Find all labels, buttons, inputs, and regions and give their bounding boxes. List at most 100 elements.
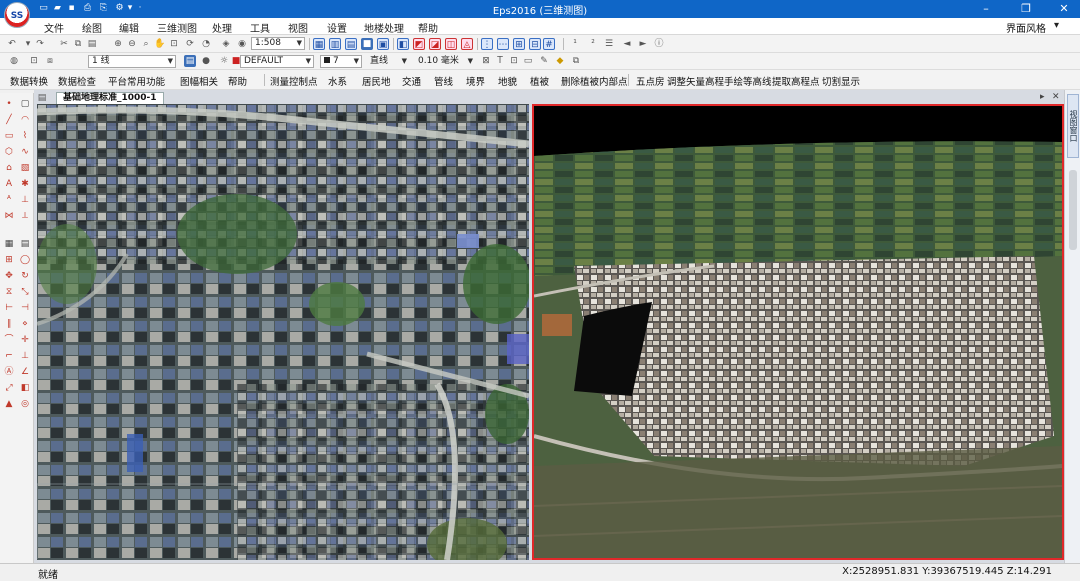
menu-file[interactable]: 文件 bbox=[44, 20, 64, 35]
menu-tools[interactable]: 工具 bbox=[250, 20, 270, 35]
list-view-icon[interactable]: ▤ bbox=[345, 38, 357, 50]
cmd-landform[interactable]: 地貌 bbox=[498, 74, 517, 88]
layer-manager-icon[interactable]: ◍ bbox=[8, 55, 20, 67]
snap-123-icon[interactable]: # bbox=[543, 38, 555, 50]
menu-edit[interactable]: 编辑 bbox=[119, 20, 139, 35]
perpendicular-tool-icon[interactable]: ⊥ bbox=[20, 351, 30, 361]
page-1-icon[interactable]: ¹ bbox=[569, 38, 581, 50]
mirror-tool-icon[interactable]: ⧖ bbox=[4, 287, 14, 297]
paste-icon[interactable]: ▤ bbox=[86, 38, 98, 50]
ui-style-dropdown-icon[interactable]: ▾ bbox=[1054, 20, 1059, 31]
annotation-tool-icon[interactable]: ᴬ bbox=[4, 195, 14, 205]
menu-process[interactable]: 处理 bbox=[212, 20, 232, 35]
3d-edit-icon[interactable]: ◫ bbox=[445, 38, 457, 50]
cross-tool-icon[interactable]: ✛ bbox=[20, 335, 30, 345]
close-button[interactable]: ✕ bbox=[1050, 0, 1078, 18]
scale-tool-icon[interactable]: ⤡ bbox=[20, 287, 30, 297]
3d-measure-icon[interactable]: ◩ bbox=[413, 38, 425, 50]
tab-close-icon[interactable]: ✕ bbox=[1052, 92, 1060, 102]
lightbulb-icon[interactable]: ☼ bbox=[218, 55, 230, 67]
edge-tool-icon[interactable]: ⟂ bbox=[20, 211, 30, 221]
extend-tool-icon[interactable]: ⊢ bbox=[4, 303, 14, 313]
info-icon[interactable]: ⓘ bbox=[653, 38, 665, 50]
zoom-in-icon[interactable]: ⊕ bbox=[112, 38, 124, 50]
zoom-extents-icon[interactable]: ⊡ bbox=[168, 38, 180, 50]
vertical-scrollbar[interactable] bbox=[1069, 170, 1077, 250]
measure-tool-icon[interactable]: ⤢ bbox=[4, 383, 14, 393]
tool-split-icon[interactable]: ⧉ bbox=[570, 55, 582, 67]
fill-tool-icon[interactable]: ▧ bbox=[20, 163, 30, 173]
cmd-adjust-vector-elevation[interactable]: 调整矢量高程 bbox=[667, 74, 724, 88]
cmd-platform-functions[interactable]: 平台常用功能 bbox=[108, 74, 165, 88]
offset-tool-icon[interactable]: ∥ bbox=[4, 319, 14, 329]
tool-text-icon[interactable]: Ｔ bbox=[494, 55, 506, 67]
document-menu-icon[interactable]: ▤ bbox=[36, 92, 48, 104]
menu-view[interactable]: 视图 bbox=[288, 20, 308, 35]
minimize-button[interactable]: – bbox=[972, 0, 1000, 18]
properties-icon[interactable]: ☰ bbox=[603, 38, 615, 50]
join-tool-icon[interactable]: ⋄ bbox=[20, 319, 30, 329]
ui-style-menu[interactable]: 界面风格 bbox=[1006, 20, 1046, 35]
orthophoto-view[interactable] bbox=[37, 104, 529, 560]
cmd-residential[interactable]: 居民地 bbox=[362, 74, 391, 88]
scale-combobox[interactable]: 1:508 ▼ bbox=[251, 37, 305, 50]
forward-icon[interactable]: ► bbox=[637, 38, 649, 50]
text-tool-icon[interactable]: A bbox=[4, 179, 14, 189]
3d-model-view[interactable] bbox=[532, 104, 1064, 560]
undo-dropdown-icon[interactable]: ▾ bbox=[22, 38, 34, 50]
tile-view-icon[interactable]: ▥ bbox=[329, 38, 341, 50]
tool-rectangle-icon[interactable]: ▭ bbox=[522, 55, 534, 67]
menu-building-process[interactable]: 地楼处理 bbox=[364, 20, 404, 35]
layer-properties-icon[interactable]: ▤ bbox=[184, 55, 196, 67]
cmd-extract-elevation[interactable]: 提取高程点 bbox=[772, 74, 820, 88]
cmd-cut-display[interactable]: 切割显示 bbox=[822, 74, 860, 88]
restore-button[interactable]: ❐ bbox=[1012, 0, 1040, 18]
redo-icon[interactable]: ↷ bbox=[34, 38, 46, 50]
cmd-data-check[interactable]: 数据检查 bbox=[58, 74, 96, 88]
cmd-five-point-house[interactable]: 五点房 bbox=[636, 74, 665, 88]
menu-3d-mapping[interactable]: 三维测图 bbox=[157, 20, 197, 35]
tool-select-icon[interactable]: ⊠ bbox=[480, 55, 492, 67]
polyline-tool-icon[interactable]: ⌇ bbox=[20, 131, 30, 141]
snap-object-icon[interactable]: ⊟ bbox=[529, 38, 541, 50]
layer-combobox[interactable]: DEFAULT ▼ bbox=[240, 55, 314, 68]
target-tool-icon[interactable]: ◎ bbox=[20, 399, 30, 409]
cmd-pipeline[interactable]: 管线 bbox=[434, 74, 453, 88]
elevation-tool-icon[interactable]: ▲ bbox=[4, 399, 14, 409]
3d-model-view-icon[interactable]: ◧ bbox=[397, 38, 409, 50]
cmd-vegetation[interactable]: 植被 bbox=[530, 74, 549, 88]
zoom-previous-icon[interactable]: ◔ bbox=[200, 38, 212, 50]
zoom-window-icon[interactable]: ⌕ bbox=[140, 38, 152, 50]
polygon-tool-icon[interactable]: ⬡ bbox=[4, 147, 14, 157]
fillet-tool-icon[interactable]: ⌒ bbox=[4, 335, 14, 345]
arc-tool-icon[interactable]: ◠ bbox=[20, 115, 30, 125]
back-icon[interactable]: ◄ bbox=[621, 38, 633, 50]
cmd-map-sheet[interactable]: 图幅相关 bbox=[180, 74, 218, 88]
table-tool-icon[interactable]: ▤ bbox=[20, 239, 30, 249]
rotate-tool-icon[interactable]: ↻ bbox=[20, 271, 30, 281]
dimension-tool-icon[interactable]: ⊥ bbox=[20, 195, 30, 205]
page-2-icon[interactable]: ² bbox=[587, 38, 599, 50]
line-tool-icon[interactable]: ╱ bbox=[4, 115, 14, 125]
cmd-data-conversion[interactable]: 数据转换 bbox=[10, 74, 48, 88]
curve-tool-icon[interactable]: ∿ bbox=[20, 147, 30, 157]
refresh-icon[interactable]: ⟳ bbox=[184, 38, 196, 50]
menu-settings[interactable]: 设置 bbox=[327, 20, 347, 35]
cmd-transport[interactable]: 交通 bbox=[402, 74, 421, 88]
cmd-boundary[interactable]: 境界 bbox=[466, 74, 485, 88]
pan-hand-icon[interactable]: ✋ bbox=[154, 38, 166, 50]
app-logo[interactable]: SS bbox=[4, 2, 30, 28]
snap-grid-icon[interactable]: ⋯ bbox=[497, 38, 509, 50]
snap-ortho-icon[interactable]: ⊞ bbox=[513, 38, 525, 50]
copy-icon[interactable]: ⧉ bbox=[72, 38, 84, 50]
point-tool-icon[interactable]: • bbox=[4, 99, 14, 109]
cmd-control-points[interactable]: 测量控制点 bbox=[270, 74, 318, 88]
line-picker-icon[interactable]: ⧈ bbox=[44, 55, 56, 67]
angle-tool-icon[interactable]: ∠ bbox=[20, 367, 30, 377]
layer-icon[interactable]: ◈ bbox=[220, 38, 232, 50]
move-tool-icon[interactable]: ✥ bbox=[4, 271, 14, 281]
layer-color-icon[interactable]: ● bbox=[200, 55, 212, 67]
cmd-hand-contour[interactable]: 手绘等高线 bbox=[724, 74, 772, 88]
3d-capture-icon[interactable]: ◪ bbox=[429, 38, 441, 50]
cmd-delete-vegetation-points[interactable]: 删除植被内部点 bbox=[561, 74, 628, 88]
